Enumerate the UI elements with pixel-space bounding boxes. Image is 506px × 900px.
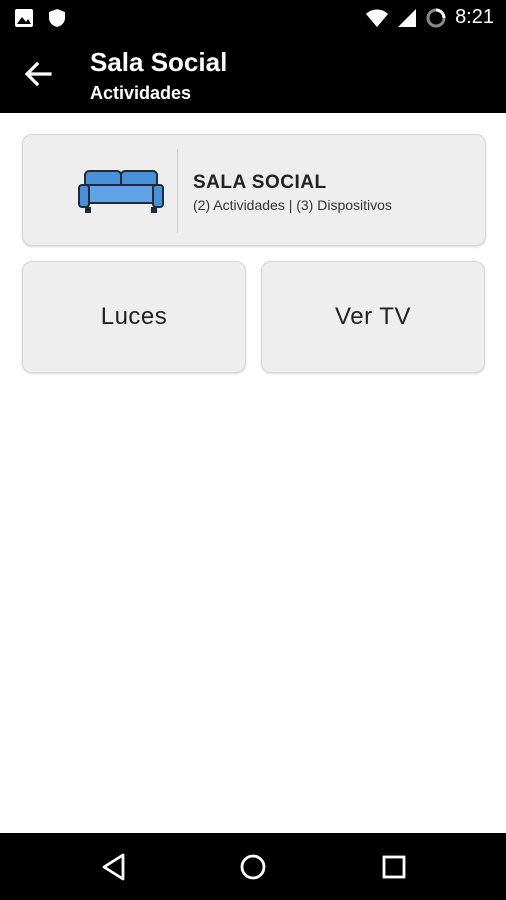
back-triangle-icon[interactable] bbox=[97, 850, 131, 884]
status-bar: 8:21 bbox=[0, 0, 506, 36]
activity-label: Ver TV bbox=[335, 303, 411, 330]
app-toolbar: Sala Social Actividades bbox=[0, 36, 506, 113]
shield-icon bbox=[49, 9, 65, 27]
activity-card-luces[interactable]: Luces bbox=[22, 261, 246, 373]
battery-icon bbox=[426, 8, 446, 27]
card-divider bbox=[177, 149, 178, 233]
sofa-icon bbox=[78, 170, 164, 213]
room-info: (2) Actividades | (3) Dispositivos bbox=[193, 197, 392, 213]
image-icon bbox=[15, 9, 33, 27]
status-time: 8:21 bbox=[455, 6, 494, 28]
room-name: SALA SOCIAL bbox=[193, 172, 327, 193]
activity-card-ver-tv[interactable]: Ver TV bbox=[261, 261, 485, 373]
room-card[interactable]: SALA SOCIAL (2) Actividades | (3) Dispos… bbox=[22, 134, 486, 246]
home-circle-icon[interactable] bbox=[236, 850, 270, 884]
page-subtitle: Actividades bbox=[90, 83, 192, 103]
page-title: Sala Social bbox=[90, 47, 228, 77]
recents-square-icon[interactable] bbox=[377, 850, 411, 884]
wifi-icon bbox=[366, 9, 389, 27]
signal-icon bbox=[398, 8, 417, 27]
activity-label: Luces bbox=[100, 303, 168, 330]
arrow-left-icon[interactable] bbox=[20, 56, 56, 92]
navigation-bar bbox=[0, 833, 506, 900]
